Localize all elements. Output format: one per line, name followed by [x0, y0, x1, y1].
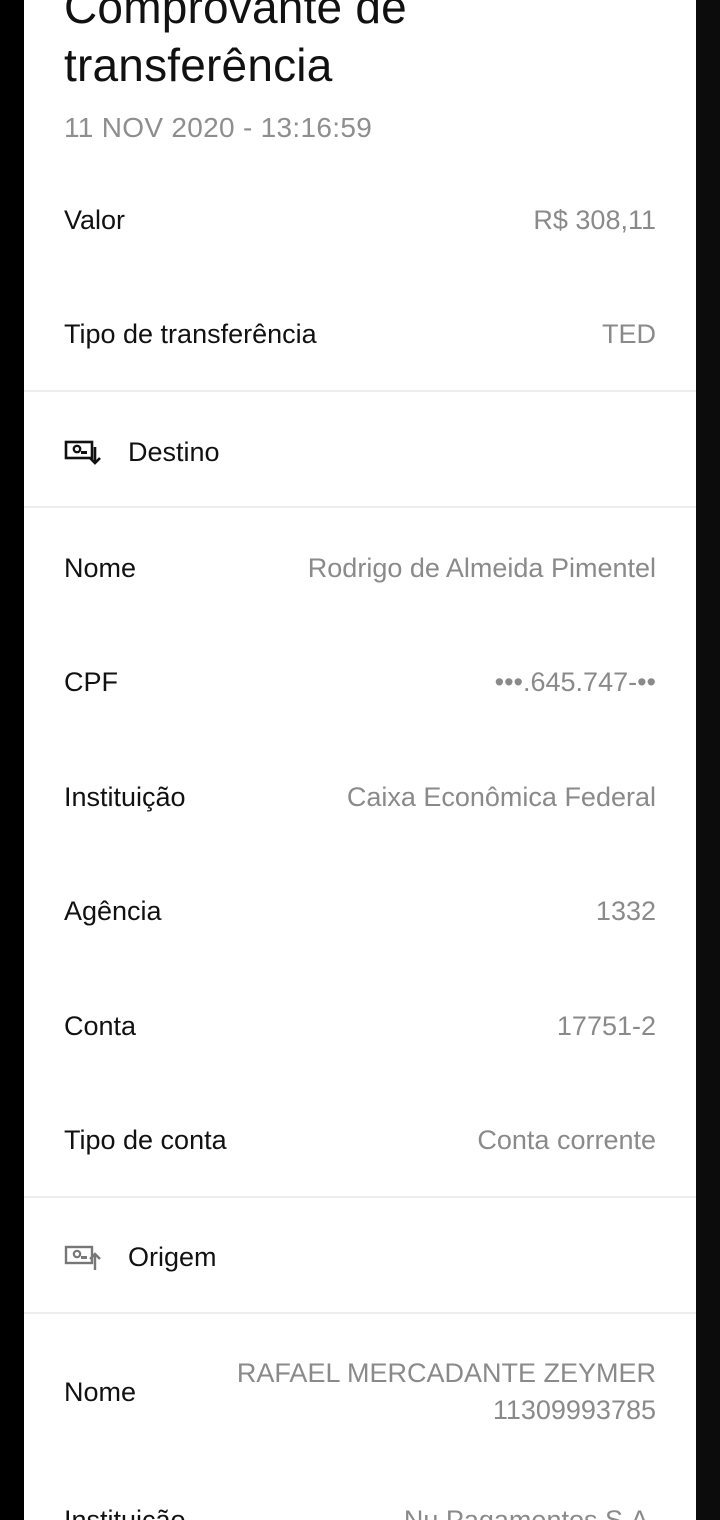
transfer-datetime: 11 NOV 2020 - 13:16:59: [64, 112, 373, 143]
destino-conta-label: Conta: [64, 1010, 137, 1041]
row-destino-agencia: Agência 1332: [64, 891, 656, 931]
page-title: Comprovante de transferência: [64, 0, 664, 94]
row-valor: Valor R$ 308,11: [64, 200, 656, 240]
destino-agencia-label: Agência: [64, 895, 162, 926]
destino-cpf-value: •••.645.747-••: [494, 666, 656, 697]
destino-instituicao-label: Instituição: [64, 781, 186, 812]
divider: [24, 390, 696, 392]
origem-instituicao-value: Nu Pagamentos S.A.: [403, 1504, 656, 1520]
destino-nome-label: Nome: [64, 552, 137, 583]
destino-conta-value: 17751-2: [556, 1010, 656, 1041]
destino-tipo-conta-value: Conta corrente: [477, 1124, 656, 1155]
money-arrow-up-icon: [64, 1242, 104, 1272]
row-origem-instituicao: Instituição Nu Pagamentos S.A.: [64, 1500, 656, 1520]
row-tipo-transferencia: Tipo de transferência TED: [64, 314, 656, 354]
origem-instituicao-label: Instituição: [64, 1504, 186, 1520]
page-title-line-1: Comprovante de: [64, 0, 407, 33]
tipo-transferencia-value: TED: [602, 318, 656, 349]
section-destino-header: Destino: [64, 432, 656, 472]
section-origem-header: Origem: [64, 1237, 656, 1277]
destino-agencia-value: 1332: [595, 895, 656, 926]
origem-nome-label: Nome: [64, 1376, 137, 1407]
destino-tipo-conta-label: Tipo de conta: [64, 1124, 227, 1155]
screen: Comprovante de transferência 11 NOV 2020…: [0, 0, 720, 1520]
row-destino-cpf: CPF •••.645.747-••: [64, 662, 656, 702]
valor-label: Valor: [64, 204, 126, 235]
valor-value: R$ 308,11: [533, 204, 656, 235]
row-destino-tipo-conta: Tipo de conta Conta corrente: [64, 1120, 656, 1160]
row-origem-nome: Nome RAFAEL MERCADANTE ZEYMER 1130999378…: [64, 1354, 656, 1430]
tipo-transferencia-label: Tipo de transferência: [64, 318, 317, 349]
destino-nome-value: Rodrigo de Almeida Pimentel: [307, 552, 656, 583]
destino-header-label: Destino: [128, 436, 220, 467]
divider: [24, 506, 696, 508]
divider: [24, 1312, 696, 1314]
destino-instituicao-value: Caixa Econômica Federal: [346, 781, 656, 812]
divider: [24, 1196, 696, 1198]
money-arrow-down-icon: [64, 437, 104, 467]
row-destino-conta: Conta 17751-2: [64, 1006, 656, 1046]
page-title-line-2: transferência: [64, 39, 333, 91]
receipt-sheet[interactable]: Comprovante de transferência 11 NOV 2020…: [24, 0, 696, 1520]
origem-nome-value: RAFAEL MERCADANTE ZEYMER 11309993785: [237, 1355, 656, 1429]
origem-header-label: Origem: [128, 1241, 217, 1272]
screen-edge: [696, 0, 720, 1520]
destino-cpf-label: CPF: [64, 666, 118, 697]
origem-nome-value-line-2: 11309993785: [492, 1395, 656, 1425]
row-destino-nome: Nome Rodrigo de Almeida Pimentel: [64, 548, 656, 588]
row-destino-instituicao: Instituição Caixa Econômica Federal: [64, 777, 656, 817]
origem-nome-value-line-1: RAFAEL MERCADANTE ZEYMER: [236, 1358, 656, 1388]
